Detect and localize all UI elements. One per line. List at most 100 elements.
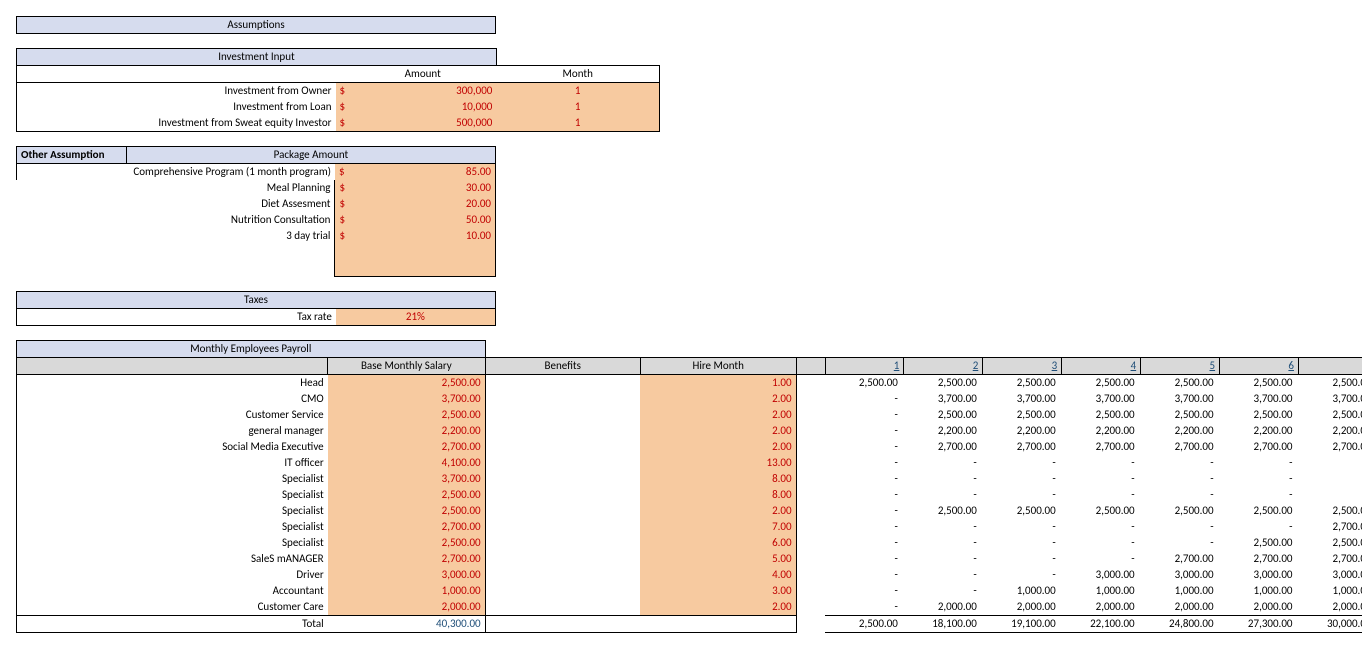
payroll-hire[interactable]: 8.00 — [640, 471, 796, 487]
payroll-month-value: - — [904, 551, 983, 567]
payroll-month-value: 1,000.00 — [1062, 583, 1141, 599]
package-amount[interactable]: 20.00 — [349, 196, 495, 212]
currency-symbol: $ — [335, 164, 349, 181]
payroll-month-value: - — [904, 583, 983, 599]
investment-month[interactable]: 1 — [496, 115, 659, 132]
payroll-salary[interactable]: 2,700.00 — [328, 439, 485, 455]
payroll-hire[interactable]: 13.00 — [640, 455, 796, 471]
payroll-role: Social Media Executive — [17, 439, 328, 455]
payroll-month-value: - — [983, 519, 1062, 535]
payroll-salary[interactable]: 2,500.00 — [328, 407, 485, 423]
other-assumption-table: Other Assumption Package Amount Comprehe… — [16, 146, 496, 277]
payroll-month-value: 2,000.00 — [1220, 599, 1299, 616]
investment-month[interactable]: 1 — [496, 83, 659, 100]
payroll-header: Monthly Employees Payroll — [17, 341, 486, 358]
payroll-month-value: - — [1298, 487, 1362, 503]
payroll-month-value: 3,700.00 — [1062, 391, 1141, 407]
payroll-month-value: 2,700.00 — [1220, 551, 1299, 567]
investment-amount[interactable]: 300,000 — [349, 83, 496, 100]
payroll-month-value: - — [1298, 471, 1362, 487]
package-amount[interactable]: 30.00 — [349, 180, 495, 196]
payroll-hire[interactable]: 2.00 — [640, 391, 796, 407]
payroll-salary[interactable]: 2,200.00 — [328, 423, 485, 439]
payroll-month-value: 2,500.00 — [825, 375, 904, 392]
payroll-salary[interactable]: 2,500.00 — [328, 535, 485, 551]
payroll-month-value: 2,500.00 — [983, 375, 1062, 392]
payroll-month-value: 2,500.00 — [1141, 375, 1220, 392]
payroll-hire[interactable]: 2.00 — [640, 407, 796, 423]
payroll-total-label: Total — [17, 616, 328, 633]
payroll-month-value: - — [983, 567, 1062, 583]
payroll-role: Specialist — [17, 503, 328, 519]
payroll-month-value: - — [825, 391, 904, 407]
currency-symbol: $ — [336, 83, 350, 100]
payroll-month-value: 2,000.00 — [904, 599, 983, 616]
payroll-role: Specialist — [17, 471, 328, 487]
month-header: 6 — [1220, 358, 1299, 375]
payroll-hire[interactable]: 2.00 — [640, 503, 796, 519]
payroll-month-value: 2,200.00 — [983, 423, 1062, 439]
payroll-hire[interactable]: 3.00 — [640, 583, 796, 599]
payroll-month-value: 3,700.00 — [1298, 391, 1362, 407]
payroll-month-value: - — [825, 455, 904, 471]
payroll-salary[interactable]: 1,000.00 — [328, 583, 485, 599]
investment-month[interactable]: 1 — [496, 99, 659, 115]
payroll-salary[interactable]: 3,700.00 — [328, 391, 485, 407]
package-amount[interactable] — [349, 260, 495, 277]
payroll-hire[interactable]: 4.00 — [640, 567, 796, 583]
payroll-total-month: 24,800.00 — [1141, 616, 1220, 633]
payroll-month-value: - — [825, 519, 904, 535]
package-label — [17, 260, 335, 277]
package-amount[interactable]: 85.00 — [349, 164, 495, 181]
payroll-salary[interactable]: 4,100.00 — [328, 455, 485, 471]
payroll-hire[interactable]: 2.00 — [640, 439, 796, 455]
month-header: 7 — [1298, 358, 1362, 375]
investment-input-header: Investment Input — [17, 49, 497, 66]
payroll-month-value: - — [825, 407, 904, 423]
payroll-salary[interactable]: 2,700.00 — [328, 551, 485, 567]
payroll-month-value: - — [825, 583, 904, 599]
payroll-month-value: - — [904, 455, 983, 471]
payroll-hire[interactable]: 2.00 — [640, 423, 796, 439]
payroll-hire[interactable]: 5.00 — [640, 551, 796, 567]
payroll-month-value: 2,700.00 — [1298, 439, 1362, 455]
package-label — [17, 244, 335, 260]
payroll-hire[interactable]: 8.00 — [640, 487, 796, 503]
payroll-salary[interactable]: 2,700.00 — [328, 519, 485, 535]
package-amount[interactable]: 50.00 — [349, 212, 495, 228]
investment-amount[interactable]: 500,000 — [349, 115, 496, 132]
payroll-month-value: - — [1141, 455, 1220, 471]
payroll-hire[interactable]: 7.00 — [640, 519, 796, 535]
payroll-role: Customer Service — [17, 407, 328, 423]
tax-rate-value[interactable]: 21% — [336, 309, 496, 326]
payroll-month-value: 2,700.00 — [1141, 551, 1220, 567]
payroll-salary[interactable]: 2,000.00 — [328, 599, 485, 616]
payroll-hire[interactable]: 2.00 — [640, 599, 796, 616]
investment-amount[interactable]: 10,000 — [349, 99, 496, 115]
payroll-month-value: - — [1062, 455, 1141, 471]
payroll-month-value: - — [983, 455, 1062, 471]
payroll-role: CMO — [17, 391, 328, 407]
payroll-role: IT officer — [17, 455, 328, 471]
payroll-salary[interactable]: 2,500.00 — [328, 487, 485, 503]
col-amount: Amount — [349, 66, 496, 83]
payroll-salary[interactable]: 3,000.00 — [328, 567, 485, 583]
payroll-month-value: - — [1141, 519, 1220, 535]
payroll-salary[interactable]: 3,700.00 — [328, 471, 485, 487]
payroll-hire[interactable]: 1.00 — [640, 375, 796, 392]
package-amount[interactable] — [349, 244, 495, 260]
col-benefits: Benefits — [485, 358, 640, 375]
payroll-month-value: 2,700.00 — [1220, 439, 1299, 455]
other-assumption-header: Other Assumption — [17, 147, 127, 164]
payroll-month-value: - — [1062, 471, 1141, 487]
package-amount[interactable]: 10.00 — [349, 228, 495, 244]
month-header: 4 — [1062, 358, 1141, 375]
payroll-hire[interactable]: 6.00 — [640, 535, 796, 551]
payroll-month-value: 2,200.00 — [1062, 423, 1141, 439]
package-label: Diet Assesment — [17, 196, 335, 212]
payroll-month-value: 3,700.00 — [1220, 391, 1299, 407]
payroll-salary[interactable]: 2,500.00 — [328, 503, 485, 519]
month-header: 3 — [983, 358, 1062, 375]
payroll-month-value: 2,700.00 — [1062, 439, 1141, 455]
payroll-salary[interactable]: 2,500.00 — [328, 375, 485, 392]
